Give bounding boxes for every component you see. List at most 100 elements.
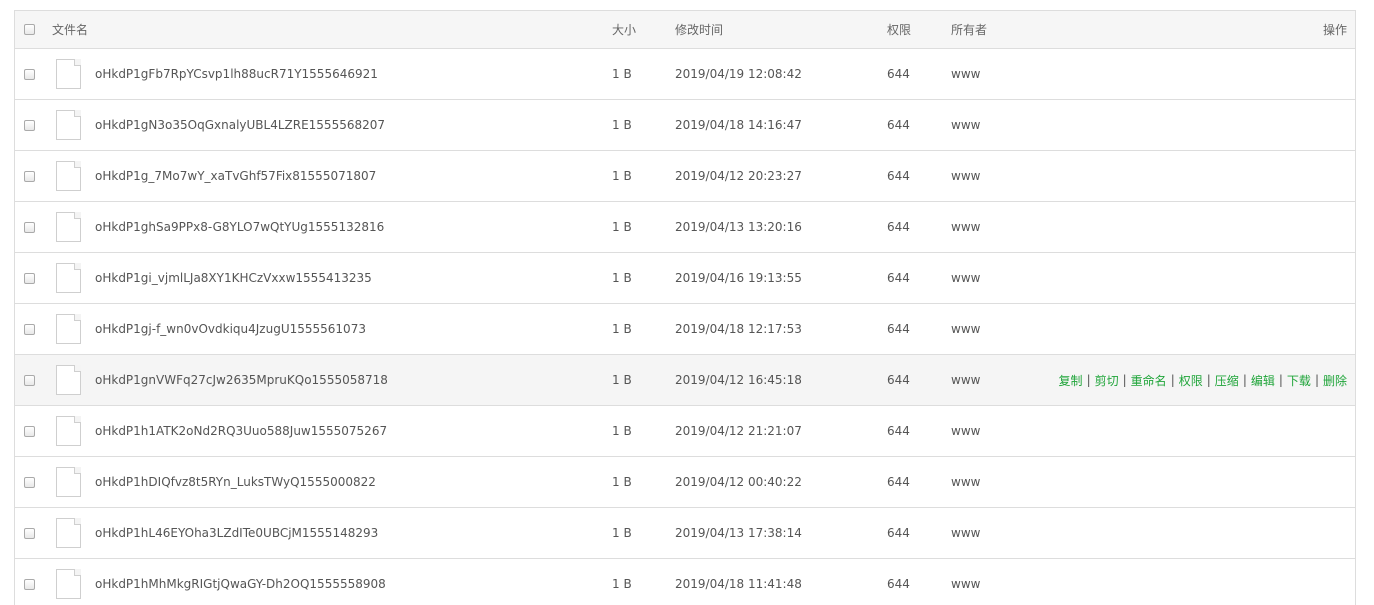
table-row[interactable]: oHkdP1gnVWFq27cJw2635MpruKQo1555058718 1 … (15, 355, 1355, 406)
file-size: 1 B (612, 373, 632, 387)
table-row[interactable]: oHkdP1gN3o35OqGxnalyUBL4LZRE1555568207 1 … (15, 100, 1355, 151)
action-download-link[interactable]: 下载 (1287, 372, 1311, 389)
file-name[interactable]: oHkdP1gN3o35OqGxnalyUBL4LZRE1555568207 (95, 118, 385, 132)
file-mtime: 2019/04/18 12:17:53 (675, 322, 802, 336)
row-check-cell (24, 559, 35, 605)
file-icon-cell (56, 406, 81, 456)
table-row[interactable]: oHkdP1hDIQfvz8t5RYn_LuksTWyQ1555000822 1 … (15, 457, 1355, 508)
file-name[interactable]: oHkdP1gi_vjmlLJa8XY1KHCzVxxw1555413235 (95, 271, 372, 285)
row-check-cell (24, 406, 35, 456)
file-size: 1 B (612, 67, 632, 81)
action-cut-link[interactable]: 剪切 (1095, 372, 1119, 389)
file-icon (56, 161, 81, 191)
row-checkbox[interactable] (24, 119, 35, 131)
header-perm[interactable]: 权限 (887, 11, 911, 48)
row-check-cell (24, 457, 35, 507)
file-perm: 644 (887, 271, 910, 285)
file-name[interactable]: oHkdP1gj-f_wn0vOvdkiqu4JzugU1555561073 (95, 322, 366, 336)
row-checkbox[interactable] (24, 170, 35, 182)
file-size: 1 B (612, 169, 632, 183)
file-perm: 644 (887, 322, 910, 336)
row-checkbox[interactable] (24, 221, 35, 233)
action-rename-link[interactable]: 重命名 (1131, 372, 1167, 389)
row-actions: 复制 | 剪切 | 重命名 | 权限 | 压缩 | 编辑 | 下载 | 删除 (1059, 355, 1347, 405)
file-name[interactable]: oHkdP1gFb7RpYCsvp1lh88ucR71Y1555646921 (95, 67, 378, 81)
table-row[interactable]: oHkdP1h1ATK2oNd2RQ3Uuo588Juw1555075267 1 … (15, 406, 1355, 457)
row-checkbox[interactable] (24, 374, 35, 386)
file-icon-cell (56, 100, 81, 150)
file-mtime: 2019/04/19 12:08:42 (675, 67, 802, 81)
action-copy-link[interactable]: 复制 (1059, 372, 1083, 389)
file-perm: 644 (887, 67, 910, 81)
row-checkbox[interactable] (24, 68, 35, 80)
action-separator: | (1206, 373, 1211, 387)
file-table: 文件名 大小 修改时间 权限 所有者 操作 oHkdP1gFb7RpYCsvp1… (14, 10, 1356, 605)
file-owner: www (951, 577, 981, 591)
row-checkbox[interactable] (24, 476, 35, 488)
file-name[interactable]: oHkdP1gnVWFq27cJw2635MpruKQo1555058718 (95, 373, 388, 387)
file-icon (56, 314, 81, 344)
row-checkbox[interactable] (24, 323, 35, 335)
select-all-checkbox[interactable] (24, 24, 35, 35)
file-size: 1 B (612, 475, 632, 489)
header-name[interactable]: 文件名 (52, 11, 88, 48)
table-row[interactable]: oHkdP1hMhMkgRIGtjQwaGY-Dh2OQ1555558908 1 … (15, 559, 1355, 605)
table-body: oHkdP1gFb7RpYCsvp1lh88ucR71Y1555646921 1 … (15, 49, 1355, 605)
header-owner[interactable]: 所有者 (951, 11, 987, 48)
row-check-cell (24, 151, 35, 201)
file-name[interactable]: oHkdP1h1ATK2oNd2RQ3Uuo588Juw1555075267 (95, 424, 387, 438)
file-icon-cell (56, 355, 81, 405)
file-mtime: 2019/04/16 19:13:55 (675, 271, 802, 285)
header-size[interactable]: 大小 (612, 11, 636, 48)
file-icon-cell (56, 49, 81, 99)
file-icon (56, 467, 81, 497)
file-name[interactable]: oHkdP1hMhMkgRIGtjQwaGY-Dh2OQ1555558908 (95, 577, 386, 591)
row-checkbox[interactable] (24, 578, 35, 590)
file-icon-cell (56, 151, 81, 201)
row-check-cell (24, 253, 35, 303)
file-size: 1 B (612, 577, 632, 591)
file-size: 1 B (612, 271, 632, 285)
file-icon (56, 59, 81, 89)
table-row[interactable]: oHkdP1gj-f_wn0vOvdkiqu4JzugU1555561073 1 … (15, 304, 1355, 355)
file-name[interactable]: oHkdP1g_7Mo7wY_xaTvGhf57Fix81555071807 (95, 169, 376, 183)
file-name[interactable]: oHkdP1hDIQfvz8t5RYn_LuksTWyQ1555000822 (95, 475, 376, 489)
action-edit-link[interactable]: 编辑 (1251, 372, 1275, 389)
action-separator: | (1314, 373, 1319, 387)
row-check-cell (24, 49, 35, 99)
action-delete-link[interactable]: 删除 (1323, 372, 1347, 389)
action-compress-link[interactable]: 压缩 (1215, 372, 1239, 389)
file-name[interactable]: oHkdP1hL46EYOha3LZdITe0UBCjM1555148293 (95, 526, 378, 540)
file-mtime: 2019/04/13 13:20:16 (675, 220, 802, 234)
row-checkbox[interactable] (24, 272, 35, 284)
file-icon (56, 569, 81, 599)
file-mtime: 2019/04/18 11:41:48 (675, 577, 802, 591)
file-icon (56, 212, 81, 242)
file-mtime: 2019/04/12 00:40:22 (675, 475, 802, 489)
file-size: 1 B (612, 118, 632, 132)
file-perm: 644 (887, 577, 910, 591)
header-mtime[interactable]: 修改时间 (675, 11, 723, 48)
file-owner: www (951, 271, 981, 285)
select-all-cell (24, 11, 35, 48)
file-name[interactable]: oHkdP1ghSa9PPx8-G8YLO7wQtYUg1555132816 (95, 220, 384, 234)
action-perm-link[interactable]: 权限 (1179, 372, 1203, 389)
file-perm: 644 (887, 373, 910, 387)
table-row[interactable]: oHkdP1ghSa9PPx8-G8YLO7wQtYUg1555132816 1 … (15, 202, 1355, 253)
table-row[interactable]: oHkdP1gi_vjmlLJa8XY1KHCzVxxw1555413235 1 … (15, 253, 1355, 304)
row-checkbox[interactable] (24, 527, 35, 539)
row-check-cell (24, 508, 35, 558)
row-check-cell (24, 355, 35, 405)
row-checkbox[interactable] (24, 425, 35, 437)
header-ops: 操作 (1322, 23, 1347, 37)
file-mtime: 2019/04/12 20:23:27 (675, 169, 802, 183)
file-icon-cell (56, 457, 81, 507)
file-owner: www (951, 424, 981, 438)
file-owner: www (951, 67, 981, 81)
file-perm: 644 (887, 169, 910, 183)
table-row[interactable]: oHkdP1g_7Mo7wY_xaTvGhf57Fix81555071807 1 … (15, 151, 1355, 202)
table-row[interactable]: oHkdP1hL46EYOha3LZdITe0UBCjM1555148293 1 … (15, 508, 1355, 559)
file-perm: 644 (887, 118, 910, 132)
action-separator: | (1122, 373, 1127, 387)
table-row[interactable]: oHkdP1gFb7RpYCsvp1lh88ucR71Y1555646921 1 … (15, 49, 1355, 100)
